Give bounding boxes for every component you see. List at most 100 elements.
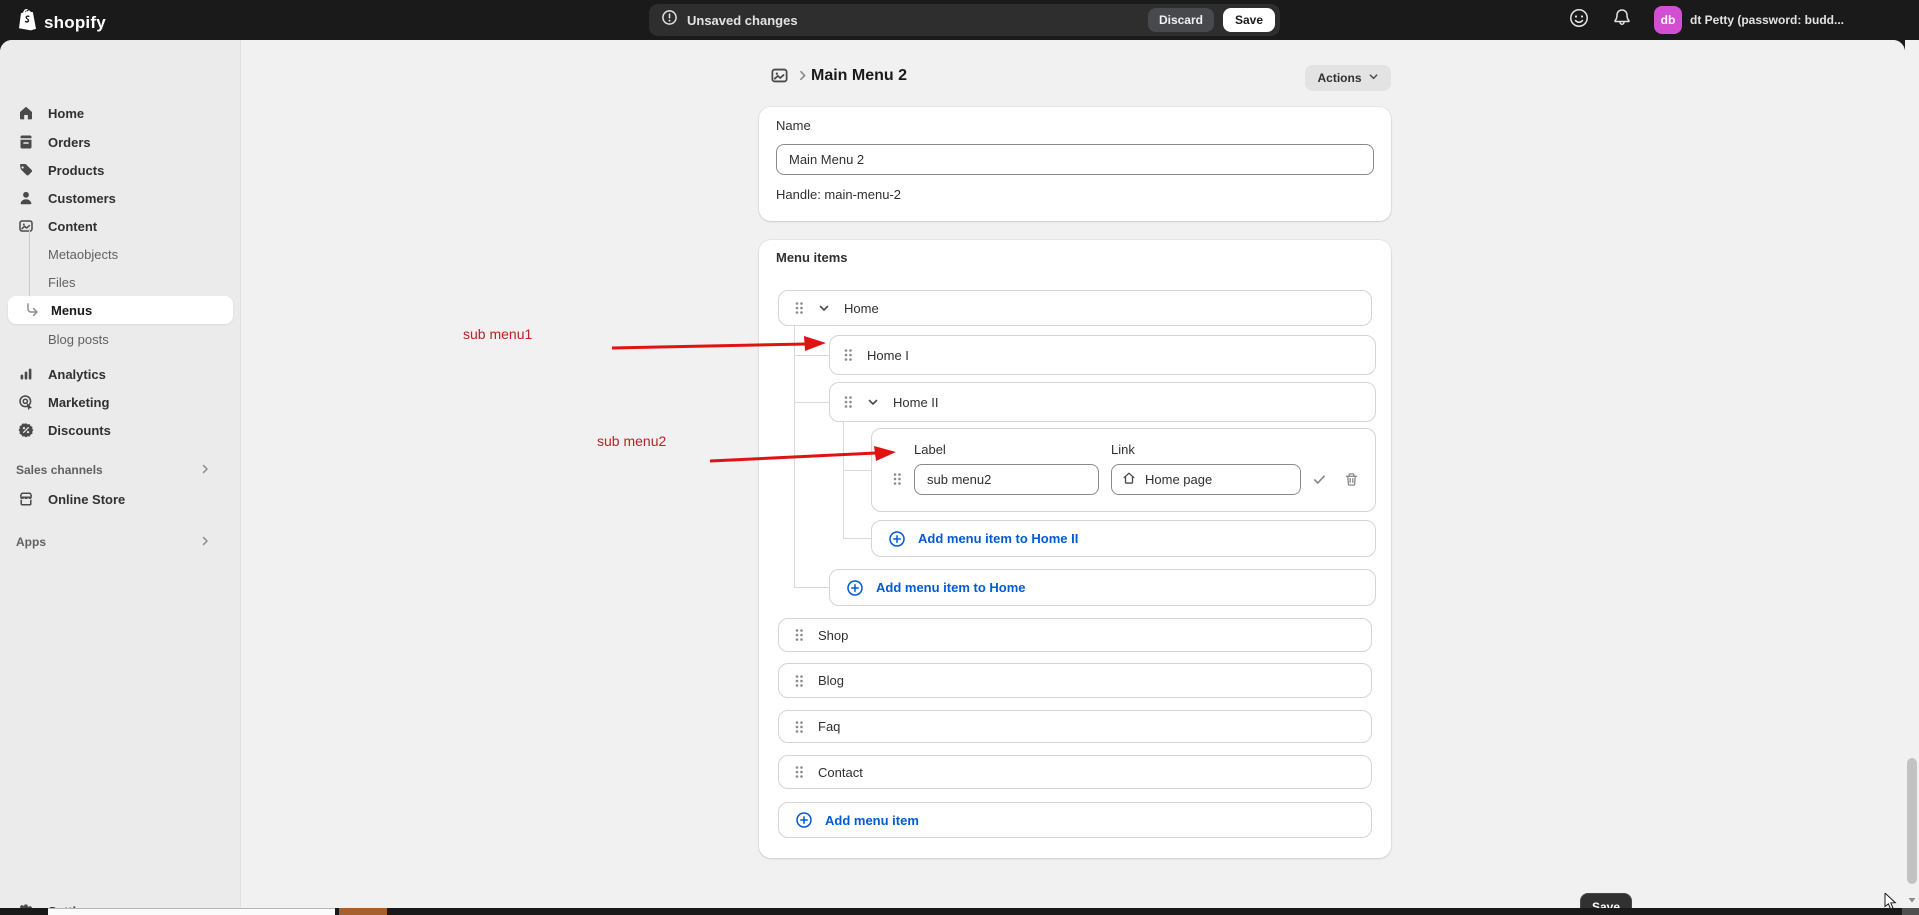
sidebar-item-metaobjects[interactable]: Metaobjects xyxy=(8,240,233,268)
drag-handle-icon[interactable] xyxy=(794,300,804,316)
sidebar-item-label: Content xyxy=(48,219,97,234)
drag-handle-icon[interactable] xyxy=(843,394,853,410)
sidebar-item-online-store[interactable]: Online Store xyxy=(8,485,233,513)
chevron-right-icon xyxy=(199,463,211,478)
sidebar-item-menus[interactable]: Menus xyxy=(8,296,233,324)
apps-header[interactable]: Apps xyxy=(16,530,225,554)
menu-row-label: Shop xyxy=(818,628,848,643)
topbar: shopify Unsaved changes Discard Save db … xyxy=(0,0,1919,40)
sidebar-item-customers[interactable]: Customers xyxy=(8,184,233,212)
link-input[interactable]: Home page xyxy=(1111,464,1301,495)
sidebar-item-discounts[interactable]: Discounts xyxy=(8,416,233,444)
sidebar-item-label: Products xyxy=(48,163,104,178)
sidebar-item-content[interactable]: Content xyxy=(8,212,233,240)
sidekick-icon[interactable] xyxy=(1568,7,1590,34)
menu-item-editor: Label Link Home page xyxy=(871,428,1376,512)
breadcrumb-content-icon[interactable] xyxy=(770,66,789,90)
drag-handle-icon[interactable] xyxy=(794,673,804,689)
unsaved-changes-label: Unsaved changes xyxy=(687,13,1148,28)
scrollbar-thumb[interactable] xyxy=(1907,758,1917,884)
shopify-logo[interactable]: shopify xyxy=(16,7,106,38)
sidebar: Home Orders Products Customers Content M… xyxy=(0,40,241,908)
sales-channels-label: Sales channels xyxy=(16,463,103,477)
sidebar-subitem-label: Files xyxy=(48,275,75,290)
drag-handle-icon[interactable] xyxy=(794,764,804,780)
sidebar-item-orders[interactable]: Orders xyxy=(8,128,233,156)
discounts-icon xyxy=(16,422,36,438)
home-icon xyxy=(16,105,36,121)
menu-items-title: Menu items xyxy=(776,250,848,265)
menu-row-contact[interactable]: Contact xyxy=(778,755,1372,789)
add-menu-item-to-home-ii[interactable]: Add menu item to Home II xyxy=(871,520,1376,557)
chevron-down-icon[interactable] xyxy=(818,302,830,314)
sidebar-item-files[interactable]: Files xyxy=(8,268,233,296)
sidebar-subitem-label: Menus xyxy=(51,303,92,318)
menu-name-input[interactable] xyxy=(776,144,1374,175)
alert-circle-icon xyxy=(661,9,678,31)
menu-row-home[interactable]: Home xyxy=(778,290,1372,326)
customers-icon xyxy=(16,190,36,206)
menu-row-shop[interactable]: Shop xyxy=(778,618,1372,652)
sidebar-item-home[interactable]: Home xyxy=(8,99,233,127)
menu-row-home-i[interactable]: Home I xyxy=(829,335,1376,375)
sidebar-item-marketing[interactable]: Marketing xyxy=(8,388,233,416)
label-input[interactable] xyxy=(914,464,1099,495)
tree-line xyxy=(843,470,871,471)
tree-line xyxy=(794,587,829,588)
link-value: Home page xyxy=(1145,472,1212,487)
plus-circle-icon xyxy=(795,811,813,829)
products-tag-icon xyxy=(16,162,36,178)
delete-button[interactable] xyxy=(1342,470,1360,488)
tree-line xyxy=(843,422,844,538)
notifications-bell-icon[interactable] xyxy=(1612,7,1632,33)
menu-row-faq[interactable]: Faq xyxy=(778,710,1372,743)
save-button-top[interactable]: Save xyxy=(1223,8,1275,32)
drag-handle-icon[interactable] xyxy=(794,719,804,735)
chevron-down-icon[interactable] xyxy=(867,396,879,408)
menu-items-card: Menu items Home Home I xyxy=(759,240,1391,858)
scrollbar-corner xyxy=(1902,908,1919,915)
content-icon xyxy=(16,218,36,234)
tree-line xyxy=(794,326,795,587)
add-link-label: Add menu item to Home xyxy=(876,580,1026,595)
drag-handle-icon[interactable] xyxy=(843,347,853,363)
sidebar-item-label: Customers xyxy=(48,191,116,206)
menu-row-home-ii[interactable]: Home II xyxy=(829,382,1376,422)
tree-line xyxy=(843,538,871,539)
confirm-button[interactable] xyxy=(1310,470,1328,488)
save-button-bottom[interactable]: Save xyxy=(1580,893,1632,908)
taskbar-light-segment xyxy=(48,908,335,915)
sidebar-item-settings[interactable]: Settings xyxy=(8,897,233,908)
menu-row-label: Home xyxy=(844,301,879,316)
discard-button[interactable]: Discard xyxy=(1148,8,1214,32)
sidebar-item-label: Marketing xyxy=(48,395,109,410)
menu-row-blog[interactable]: Blog xyxy=(778,663,1372,698)
menu-row-label: Contact xyxy=(818,765,863,780)
menu-row-label: Home II xyxy=(893,395,939,410)
add-menu-item[interactable]: Add menu item xyxy=(778,802,1372,838)
menu-row-label: Home I xyxy=(867,348,909,363)
actions-button[interactable]: Actions xyxy=(1305,65,1391,91)
sidebar-item-label: Orders xyxy=(48,135,91,150)
vertical-scrollbar[interactable] xyxy=(1905,40,1919,908)
taskbar-orange-segment xyxy=(339,908,387,915)
drag-handle-icon[interactable] xyxy=(794,627,804,643)
sidebar-item-blog-posts[interactable]: Blog posts xyxy=(8,325,233,353)
drag-handle-icon[interactable] xyxy=(892,471,902,492)
sales-channels-header[interactable]: Sales channels xyxy=(16,458,225,482)
sidebar-item-label: Home xyxy=(48,106,84,121)
marketing-icon xyxy=(16,394,36,410)
page-title: Main Menu 2 xyxy=(811,67,907,85)
menu-row-label: Blog xyxy=(818,673,844,688)
actions-label: Actions xyxy=(1317,71,1361,85)
name-field-label: Name xyxy=(776,118,811,133)
unsaved-changes-bar: Unsaved changes Discard Save xyxy=(649,4,1280,36)
user-menu[interactable]: db dt Petty (password: budd... xyxy=(1654,6,1844,34)
link-field-label: Link xyxy=(1111,442,1135,457)
sidebar-item-products[interactable]: Products xyxy=(8,156,233,184)
app-frame: Home Orders Products Customers Content M… xyxy=(0,40,1905,908)
avatar: db xyxy=(1654,6,1682,34)
add-menu-item-to-home[interactable]: Add menu item to Home xyxy=(829,569,1376,606)
sidebar-item-analytics[interactable]: Analytics xyxy=(8,360,233,388)
bottom-taskbar-strip xyxy=(0,908,1919,915)
